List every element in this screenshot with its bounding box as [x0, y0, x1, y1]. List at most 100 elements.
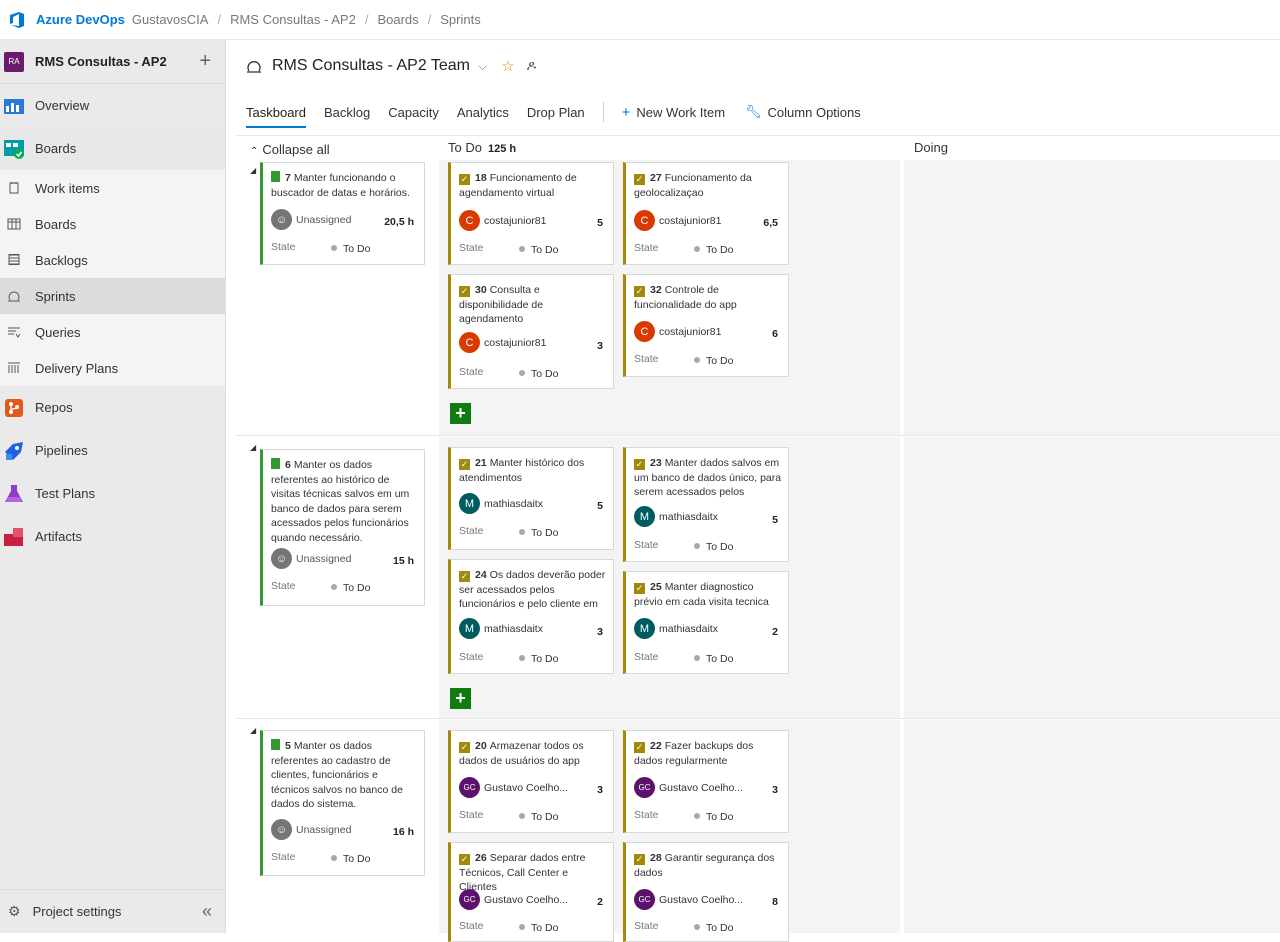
tab-capacity[interactable]: Capacity	[388, 105, 439, 120]
sidebar-item-delivery-plans[interactable]: Delivery Plans	[0, 350, 225, 386]
project-name[interactable]: RMS Consultas - AP2	[35, 54, 167, 69]
task-card[interactable]: ✓ 32 Controle de funcionalidade do app Cco…	[623, 274, 789, 377]
card-assignee[interactable]: Ccostajunior81	[634, 210, 721, 231]
breadcrumb-page[interactable]: Sprints	[440, 12, 480, 27]
card-state[interactable]: State To Do	[459, 525, 599, 539]
card-state[interactable]: State To Do	[459, 242, 599, 256]
sidebar-item-boards-sub[interactable]: Boards	[0, 206, 225, 242]
task-card[interactable]: ✓ 27 Funcionamento da geolocalizaçao Ccost…	[623, 162, 789, 265]
card-estimate[interactable]: 16 h	[393, 826, 414, 838]
card-assignee[interactable]: ☺ Unassigned	[271, 209, 351, 230]
card-assignee[interactable]: GC Gustavo Coelho...	[459, 889, 568, 910]
card-estimate[interactable]: 3	[597, 626, 603, 638]
sidebar-item-test-plans[interactable]: Test Plans	[0, 472, 225, 515]
favorite-star-icon[interactable]: ☆	[501, 57, 514, 75]
collapse-sidebar-button[interactable]: «	[202, 901, 212, 922]
sidebar-item-pipelines[interactable]: Pipelines	[0, 429, 225, 472]
card-assignee[interactable]: ☺ Unassigned	[271, 819, 351, 840]
sidebar-item-backlogs[interactable]: Backlogs	[0, 242, 225, 278]
project-header[interactable]: RA RMS Consultas - AP2 +	[0, 40, 225, 84]
story-card[interactable]: 5 Manter os dados referentes ao cadastro …	[260, 730, 425, 876]
card-estimate[interactable]: 2	[597, 896, 603, 908]
card-estimate[interactable]: 3	[597, 340, 603, 352]
collapse-lane-icon[interactable]: ◢	[250, 726, 256, 735]
card-assignee[interactable]: GC Gustavo Coelho...	[634, 777, 743, 798]
column-options-button[interactable]: 🔧︎ Column Options	[745, 104, 861, 120]
task-card[interactable]: ✓ 25 Manter diagnostico prévio em cada vis…	[623, 571, 789, 674]
task-card[interactable]: ✓ 21 Manter histórico dos atendimentos Mma…	[448, 447, 614, 550]
card-state[interactable]: State To Do	[459, 809, 599, 823]
sidebar-item-artifacts[interactable]: Artifacts	[0, 515, 225, 558]
card-estimate[interactable]: 3	[772, 784, 778, 796]
collapse-lane-icon[interactable]: ◢	[250, 166, 256, 175]
card-state[interactable]: State To Do	[634, 539, 774, 553]
card-assignee[interactable]: Ccostajunior81	[459, 210, 546, 231]
card-state[interactable]: State To Do	[634, 242, 774, 256]
card-estimate[interactable]: 5	[597, 217, 603, 229]
tab-analytics[interactable]: Analytics	[457, 105, 509, 120]
card-assignee[interactable]: GC Gustavo Coelho...	[634, 889, 743, 910]
card-estimate[interactable]: 5	[597, 500, 603, 512]
sidebar-item-work-items[interactable]: Work items	[0, 170, 225, 206]
card-state[interactable]: State To Do	[459, 920, 599, 934]
card-estimate[interactable]: 2	[772, 626, 778, 638]
tab-taskboard[interactable]: Taskboard	[246, 105, 306, 128]
task-card[interactable]: ✓ 18 Funcionamento de agendamento virtual …	[448, 162, 614, 265]
collapse-lane-icon[interactable]: ◢	[250, 443, 256, 452]
card-state[interactable]: State To Do	[634, 651, 774, 665]
project-settings[interactable]: ⚙ Project settings «	[0, 889, 226, 933]
story-card[interactable]: 6 Manter os dados referentes ao histórico…	[260, 449, 425, 606]
card-assignee[interactable]: Mmathiasdaitx	[459, 493, 543, 514]
team-name[interactable]: RMS Consultas - AP2 Team	[272, 57, 470, 75]
task-card[interactable]: ✓ 26 Separar dados entre Técnicos, Call Ce…	[448, 842, 614, 942]
card-assignee[interactable]: Mmathiasdaitx	[459, 618, 543, 639]
task-card[interactable]: ✓ 30 Consulta e disponibilidade de agendam…	[448, 274, 614, 389]
add-project-button[interactable]: +	[199, 50, 211, 73]
add-task-button[interactable]: +	[450, 403, 471, 424]
card-state[interactable]: State To Do	[271, 580, 411, 594]
brand-link[interactable]: Azure DevOps	[36, 12, 125, 27]
card-estimate[interactable]: 8	[772, 896, 778, 908]
card-assignee[interactable]: Mmathiasdaitx	[634, 618, 718, 639]
card-assignee[interactable]: Ccostajunior81	[459, 332, 546, 353]
card-assignee[interactable]: GC Gustavo Coelho...	[459, 777, 568, 798]
task-card[interactable]: ✓ 28 Garantir segurança dos dados GC Gustav…	[623, 842, 789, 942]
card-assignee[interactable]: Mmathiasdaitx	[634, 506, 718, 527]
tab-drop-plan[interactable]: Drop Plan	[527, 105, 585, 120]
collapse-all-button[interactable]: ⌃ Collapse all	[250, 142, 330, 157]
card-state[interactable]: State To Do	[634, 920, 774, 934]
task-card[interactable]: ✓ 22 Fazer backups dos dados regularmente …	[623, 730, 789, 833]
task-card[interactable]: ✓ 23 Manter dados salvos em um banco de da…	[623, 447, 789, 562]
card-estimate[interactable]: 20,5 h	[384, 216, 414, 228]
tab-backlog[interactable]: Backlog	[324, 105, 370, 120]
add-task-button[interactable]: +	[450, 688, 471, 709]
card-estimate[interactable]: 15 h	[393, 555, 414, 567]
breadcrumb-section[interactable]: Boards	[377, 12, 418, 27]
breadcrumb-org[interactable]: GustavosCIA	[132, 12, 209, 27]
sidebar-item-boards[interactable]: Boards	[0, 127, 225, 170]
card-estimate[interactable]: 5	[772, 514, 778, 526]
chevron-down-icon[interactable]: ⌵	[478, 59, 487, 74]
sidebar-item-queries[interactable]: Queries	[0, 314, 225, 350]
card-assignee[interactable]: ☺ Unassigned	[271, 548, 351, 569]
card-state[interactable]: State To Do	[634, 809, 774, 823]
card-state[interactable]: State To Do	[634, 353, 774, 367]
card-state[interactable]: State To Do	[459, 366, 599, 380]
card-state[interactable]: State To Do	[271, 851, 411, 865]
card-state[interactable]: State To Do	[459, 651, 599, 665]
card-state[interactable]: State To Do	[271, 241, 411, 255]
sidebar-item-sprints[interactable]: Sprints	[0, 278, 225, 314]
story-card[interactable]: 7 Manter funcionando o buscador de datas …	[260, 162, 425, 265]
card-assignee[interactable]: Ccostajunior81	[634, 321, 721, 342]
sidebar-item-overview[interactable]: Overview	[0, 84, 225, 127]
team-members-icon[interactable]: ዶ	[527, 58, 537, 74]
task-card[interactable]: ✓ 24 Os dados deverão poder ser acessados …	[448, 559, 614, 674]
breadcrumb-project[interactable]: RMS Consultas - AP2	[230, 12, 356, 27]
task-card[interactable]: ✓ 20 Armazenar todos os dados de usuários …	[448, 730, 614, 833]
card-estimate[interactable]: 6	[772, 328, 778, 340]
card-estimate[interactable]: 3	[597, 784, 603, 796]
sidebar-item-repos[interactable]: Repos	[0, 386, 225, 429]
card-estimate[interactable]: 6,5	[763, 217, 778, 229]
azure-devops-logo-icon[interactable]	[8, 11, 26, 29]
new-work-item-button[interactable]: + New Work Item	[622, 104, 725, 121]
